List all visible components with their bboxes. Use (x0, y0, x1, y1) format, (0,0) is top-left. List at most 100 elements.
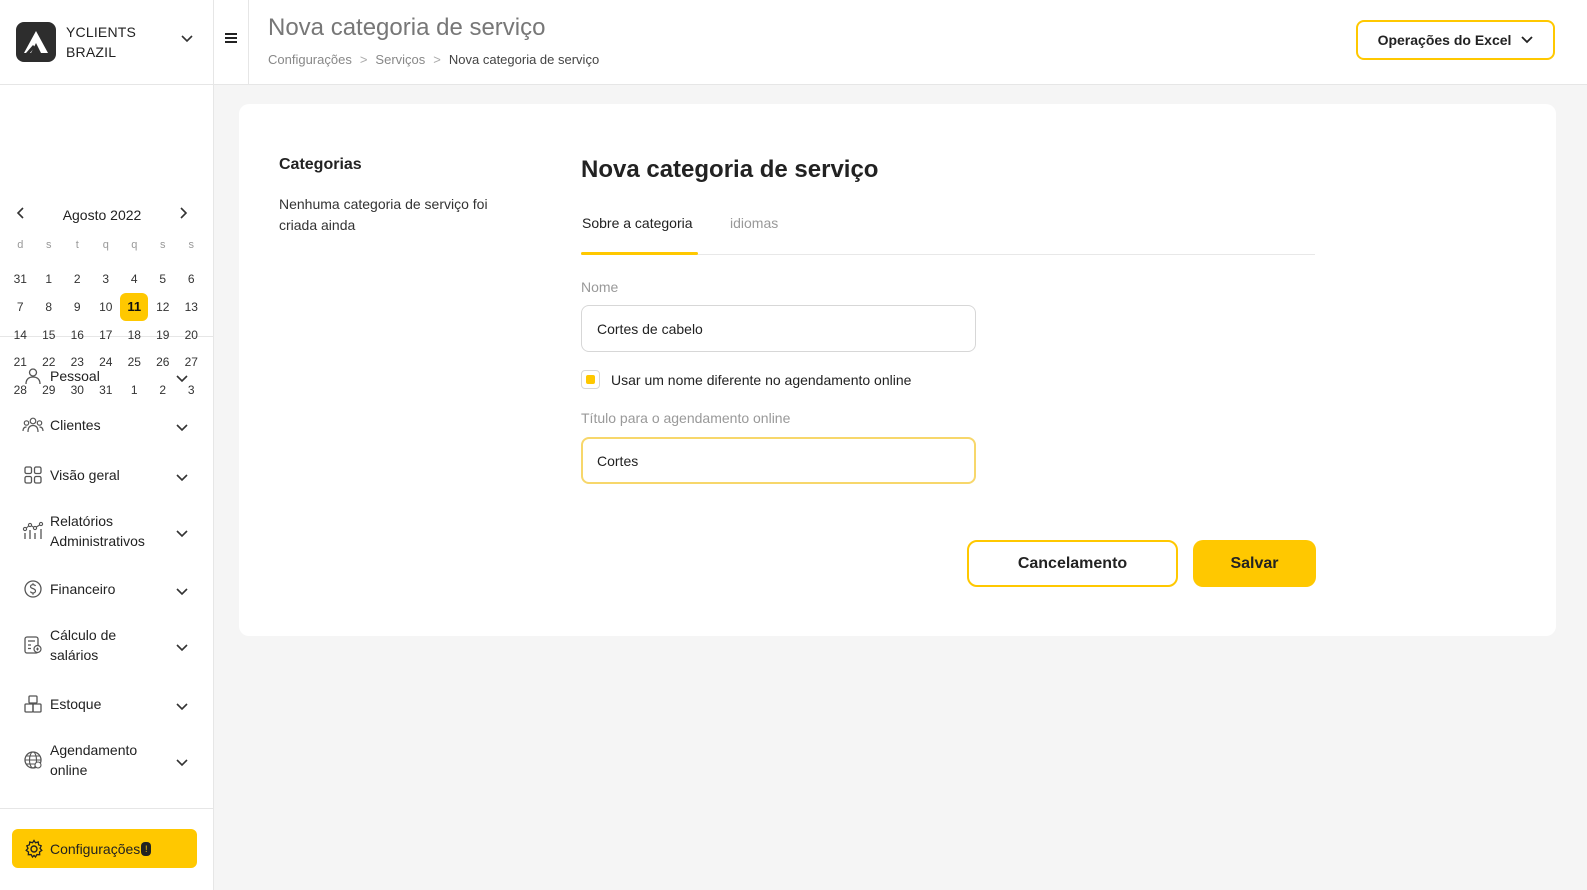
boxes-icon (22, 693, 44, 715)
sidebar-item-label: Financeiro (50, 581, 116, 597)
calendar-day[interactable]: 31 (6, 272, 35, 286)
dollar-icon (22, 578, 44, 600)
calendar-day[interactable]: 3 (92, 272, 121, 286)
calendar-day[interactable]: 16 (63, 328, 92, 342)
calendar-day[interactable]: 5 (149, 272, 178, 286)
calculator-icon (22, 634, 44, 656)
sidebar-item-4[interactable]: Relatórios Administrativos (0, 511, 214, 551)
calendar-day[interactable]: 4 (120, 272, 149, 286)
chevron-down-icon (176, 525, 188, 541)
calendar-day[interactable]: 17 (92, 328, 121, 342)
categories-title: Categorias (279, 156, 362, 173)
sidebar-item-5[interactable]: Financeiro (0, 578, 214, 600)
brand-name-line1: YCLIENTS (66, 24, 137, 40)
breadcrumb: Configurações > Serviços > Nova categori… (268, 52, 599, 67)
chevron-down-icon (176, 639, 188, 655)
tab-about-category[interactable]: Sobre a categoria (582, 215, 693, 231)
online-title-input[interactable] (581, 437, 976, 484)
sidebar-item-label: Clientes (50, 417, 101, 433)
sidebar-item-6[interactable]: Cálculo de salários (0, 625, 214, 665)
calendar-weekday: s (46, 238, 52, 251)
page-title: Nova categoria de serviço (268, 14, 546, 41)
divider (0, 808, 214, 809)
name-label: Nome (581, 279, 619, 295)
settings-label: Configurações (50, 840, 141, 857)
calendar-week-row: 7 8 9 10 11 12 13 (6, 292, 206, 321)
breadcrumb-services[interactable]: Serviços (375, 52, 425, 67)
calendar-day[interactable]: 8 (35, 300, 64, 314)
different-name-option[interactable]: Usar um nome diferente no agendamento on… (581, 370, 911, 389)
menu-icon[interactable] (224, 31, 238, 50)
form-title: Nova categoria de serviço (581, 156, 879, 183)
calendar-day[interactable]: 7 (6, 300, 35, 314)
tab-languages[interactable]: idiomas (730, 215, 778, 231)
brand-switcher[interactable]: YCLIENTS BRAZIL (0, 0, 213, 85)
calendar-day[interactable]: 13 (177, 300, 206, 314)
active-tab-indicator (581, 252, 698, 255)
sidebar-item-3[interactable]: Visão geral (0, 464, 214, 486)
breadcrumb-settings[interactable]: Configurações (268, 52, 352, 67)
chevron-down-icon (176, 419, 188, 435)
mini-calendar: Agosto 2022 d s t q q s s 31 1 2 3 4 5 6 7 8 9 10 11 12 13 14… (0, 85, 213, 397)
clients-icon (22, 414, 44, 436)
calendar-day[interactable]: 14 (6, 328, 35, 342)
calendar-day[interactable]: 12 (149, 300, 178, 314)
calendar-day[interactable]: 15 (35, 328, 64, 342)
calendar-day[interactable]: 18 (120, 328, 149, 342)
sidebar-item-2[interactable]: Clientes (0, 414, 214, 436)
chevron-left-icon[interactable] (16, 206, 26, 224)
yclients-logo (16, 22, 56, 62)
brand-name: YCLIENTS BRAZIL (66, 22, 136, 62)
calendar-weekday: q (102, 238, 109, 251)
checkbox-checked-mark (586, 375, 595, 384)
brand-name-line2: BRAZIL (66, 44, 117, 60)
chevron-down-icon (176, 754, 188, 770)
notification-badge: ! (141, 841, 152, 856)
calendar-day[interactable]: 20 (177, 328, 206, 342)
sidebar-item-label: Estoque (50, 696, 102, 712)
calendar-day[interactable]: 1 (35, 272, 64, 286)
sidebar-item-7[interactable]: Estoque (0, 693, 214, 715)
calendar-day[interactable]: 6 (177, 272, 206, 286)
overview-grid-icon (22, 464, 44, 486)
calendar-month-title: Agosto 2022 (62, 207, 142, 223)
sidebar-item-8[interactable]: Agendamento online (0, 740, 214, 780)
calendar-day[interactable]: 10 (92, 300, 121, 314)
name-input[interactable] (581, 305, 976, 352)
online-title-label: Título para o agendamento online (581, 410, 791, 426)
chevron-down-icon[interactable] (181, 30, 193, 48)
excel-operations-button[interactable]: Operações do Excel (1356, 20, 1555, 60)
sidebar-item-label: Cálculo de salários (50, 627, 117, 663)
breadcrumb-current: Nova categoria de serviço (448, 52, 600, 67)
calendar-weekday: q (131, 238, 138, 251)
calendar-weekday: s (188, 238, 195, 251)
calendar-day[interactable]: 2 (63, 272, 92, 286)
different-name-label: Usar um nome diferente no agendamento on… (611, 371, 912, 388)
chevron-down-icon (176, 583, 188, 599)
divider (248, 0, 249, 85)
sidebar: YCLIENTS BRAZIL Agosto 2022 d s t q q s s 31 1 2 3… (0, 0, 214, 890)
different-name-checkbox[interactable] (581, 370, 600, 389)
person-icon (22, 365, 44, 387)
sidebar-item-label: Pessoal (50, 368, 100, 384)
chevron-down-icon (176, 698, 188, 714)
sidebar-item-label: Relatórios Administrativos (50, 513, 145, 549)
sidebar-item-1[interactable]: Pessoal (0, 365, 214, 387)
calendar-week-row: 31 1 2 3 4 5 6 (6, 266, 206, 294)
calendar-day-today[interactable]: 11 (120, 292, 149, 321)
sidebar-item-label: Agendamento online (50, 742, 138, 778)
calendar-weekday: d (17, 238, 24, 251)
calendar-day[interactable]: 9 (63, 300, 92, 314)
chevron-down-icon (176, 370, 188, 386)
breadcrumb-separator: > (359, 52, 368, 67)
save-button[interactable]: Salvar (1193, 540, 1316, 587)
sidebar-item-settings[interactable]: Configurações ! (12, 829, 197, 868)
calendar-day[interactable]: 19 (149, 328, 178, 342)
chevron-right-icon[interactable] (178, 206, 188, 224)
chevron-down-icon (176, 469, 188, 485)
form-tabs: Sobre a categoria idiomas (581, 212, 1315, 255)
calendar-weekday-row: dstqqss (6, 231, 206, 259)
excel-operations-label: Operações do Excel (1377, 32, 1512, 48)
cancel-button[interactable]: Cancelamento (967, 540, 1178, 587)
calendar-week-row: 14 15 16 17 18 19 20 (6, 321, 206, 349)
